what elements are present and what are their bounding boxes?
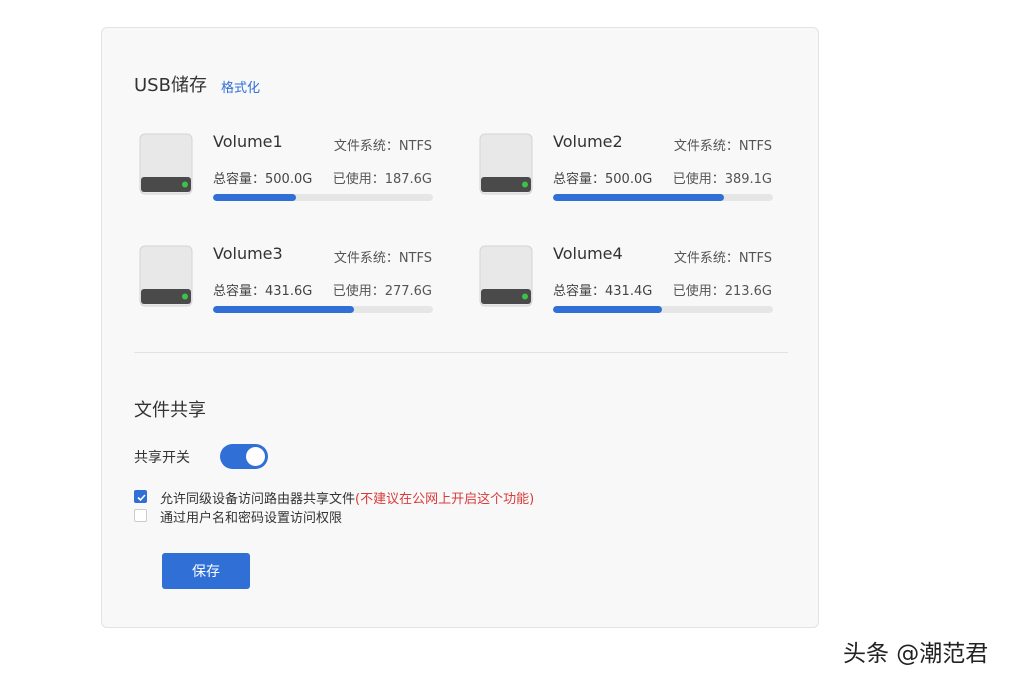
filesystem-label: 文件系统：NTFS [333,139,432,154]
volume-card: Volume2 文件系统：NTFS 总容量：500.0G 已使用：389.1G [474,128,784,208]
usage-bar [553,194,773,201]
volume-name: Volume4 [553,244,623,263]
volume-card: Volume3 文件系统：NTFS 总容量：431.6G 已使用：277.6G [134,240,444,320]
option-label: 通过用户名和密码设置访问权限 [160,511,343,526]
settings-panel: USB储存 格式化 Volume1 文件系统：NTFS 总容量：500.0G 已… [101,27,819,628]
user-password-checkbox[interactable] [134,509,147,522]
volume-name: Volume3 [213,244,283,263]
save-button[interactable]: 保存 [162,553,250,589]
toggle-knob [246,447,265,466]
usage-bar-fill [213,194,296,201]
usb-storage-title: USB储存 [134,75,207,96]
usage-bar [213,194,433,201]
hard-drive-icon [139,133,193,195]
format-link[interactable]: 格式化 [221,77,260,96]
used-label: 已使用：389.1G [672,172,772,187]
capacity-label: 总容量：431.4G [553,284,653,299]
option-label-row: 允许同级设备访问路由器共享文件(不建议在公网上开启这个功能) [160,488,534,507]
hard-drive-icon [479,133,533,195]
capacity-label: 总容量：431.6G [213,284,313,299]
check-icon [137,494,146,502]
section-divider [134,352,788,353]
filesystem-label: 文件系统：NTFS [673,139,772,154]
volume-name: Volume1 [213,132,283,151]
capacity-label: 总容量：500.0G [213,172,313,187]
share-toggle-switch[interactable] [220,444,268,469]
watermark: 头条 @潮范君 [843,641,989,667]
used-label: 已使用：187.6G [332,172,432,187]
filesystem-label: 文件系统：NTFS [333,251,432,266]
capacity-label: 总容量：500.0G [553,172,653,187]
usage-bar-fill [553,306,662,313]
usage-bar [213,306,433,313]
volume-card: Volume4 文件系统：NTFS 总容量：431.4G 已使用：213.6G [474,240,784,320]
usage-bar-fill [553,194,725,201]
hard-drive-icon [479,245,533,307]
warning-note: (不建议在公网上开启这个功能) [355,492,535,507]
hard-drive-icon [139,245,193,307]
usage-bar-fill [213,306,355,313]
file-sharing-title: 文件共享 [134,400,206,421]
allow-lan-access-checkbox[interactable] [134,490,147,503]
share-toggle-label: 共享开关 [134,450,190,466]
filesystem-label: 文件系统：NTFS [673,251,772,266]
usage-bar [553,306,773,313]
volume-name: Volume2 [553,132,623,151]
used-label: 已使用：213.6G [672,284,772,299]
used-label: 已使用：277.6G [332,284,432,299]
volume-card: Volume1 文件系统：NTFS 总容量：500.0G 已使用：187.6G [134,128,444,208]
option-label-row: 通过用户名和密码设置访问权限 [160,507,342,526]
option-label: 允许同级设备访问路由器共享文件 [160,492,356,507]
